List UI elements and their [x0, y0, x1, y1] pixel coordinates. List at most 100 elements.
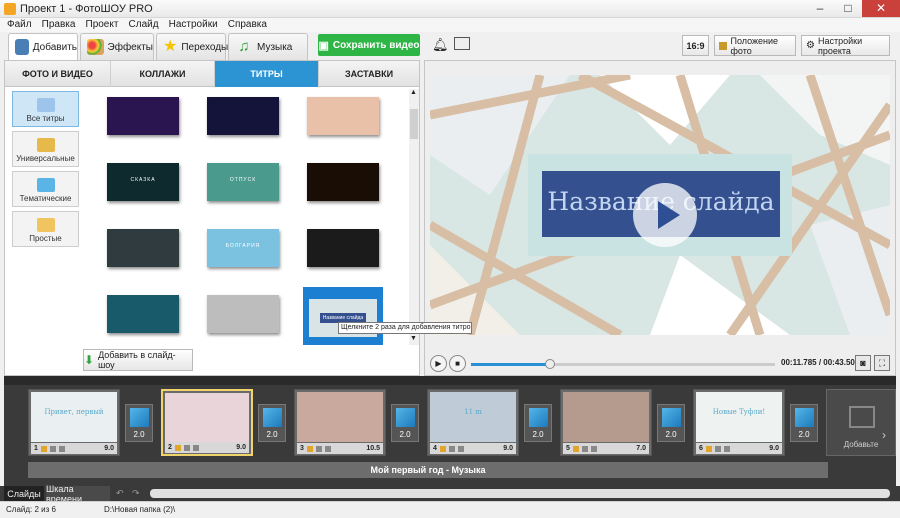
zoom-icon[interactable] — [183, 444, 190, 451]
seek-handle[interactable] — [545, 359, 556, 369]
zoom-icon[interactable] — [49, 445, 56, 452]
undo-icon[interactable]: ↶ — [116, 488, 124, 499]
slide-thumb[interactable]: 2 9.0 — [161, 389, 253, 456]
timeline-scrollbar[interactable] — [150, 489, 890, 498]
tab-slides[interactable]: Слайды — [4, 486, 44, 501]
maximize-button[interactable]: □ — [834, 0, 862, 17]
category-thematic[interactable]: Тематические — [12, 171, 79, 207]
sound-icon[interactable] — [58, 445, 65, 452]
title-template-thumb[interactable] — [307, 229, 379, 267]
edit-icon[interactable] — [40, 445, 47, 452]
transition-thumb[interactable]: 2.0 — [125, 404, 153, 442]
main-toolbar: Добавить Эффекты ★ Переходы ♫ Музыка ▣ С… — [0, 32, 900, 60]
transition-thumb[interactable]: 2.0 — [524, 404, 552, 442]
scrollbar-thumb[interactable] — [410, 109, 418, 139]
scroll-down-icon[interactable]: ▼ — [410, 335, 417, 342]
title-template-thumb[interactable]: Название слайда — [303, 287, 383, 345]
subtab-photo-video[interactable]: ФОТО И ВИДЕО — [5, 61, 111, 87]
project-settings-button[interactable]: ⚙ Настройки проекта — [801, 35, 890, 56]
photo-position-button[interactable]: Положение фото — [714, 35, 796, 56]
zoom-icon[interactable] — [714, 445, 721, 452]
scroll-up-icon[interactable]: ▲ — [410, 89, 417, 96]
add-slide-placeholder[interactable]: Добавьте — [826, 389, 896, 456]
slide-thumb[interactable]: 5 7.0 — [560, 389, 652, 456]
slide-number: 6 — [699, 445, 703, 452]
grid-scrollbar[interactable]: ▲ ▼ — [409, 89, 419, 345]
status-path: D:\Новая папка (2)\ — [104, 505, 176, 514]
fullscreen-button[interactable]: ⛶ — [874, 355, 890, 371]
menu-help[interactable]: Справка — [228, 18, 267, 32]
slide-thumb[interactable]: Привет, первый 1 9.0 — [28, 389, 120, 456]
redo-icon[interactable]: ↷ — [132, 488, 140, 499]
sound-icon[interactable] — [192, 444, 199, 451]
zoom-icon[interactable] — [315, 445, 322, 452]
close-button[interactable]: ✕ — [862, 0, 900, 17]
music-track[interactable]: Мой первый год - Музыка — [28, 462, 828, 478]
edit-icon[interactable] — [705, 445, 712, 452]
category-label: Тематические — [19, 194, 72, 203]
transition-thumb[interactable]: 2.0 — [790, 404, 818, 442]
title-template-thumb[interactable]: ОТПУСК — [207, 163, 279, 201]
title-template-thumb[interactable]: БОЛГАРИЯ — [207, 229, 279, 267]
gallery-icon[interactable] — [454, 37, 470, 50]
title-template-thumb[interactable] — [307, 97, 379, 135]
menu-project[interactable]: Проект — [86, 18, 119, 32]
slide-thumb[interactable]: 3 10.5 — [294, 389, 386, 456]
play-button[interactable]: ▶ — [430, 355, 447, 372]
aspect-ratio-button[interactable]: 16:9 — [682, 35, 709, 56]
tab-effects[interactable]: Эффекты — [80, 33, 154, 60]
zoom-icon[interactable] — [448, 445, 455, 452]
sound-icon[interactable] — [457, 445, 464, 452]
seek-bar[interactable] — [471, 359, 775, 369]
edit-icon[interactable] — [439, 445, 446, 452]
subtab-collages[interactable]: КОЛЛАЖИ — [111, 61, 215, 87]
menu-bar: Файл Правка Проект Слайд Настройки Справ… — [0, 18, 900, 32]
edit-icon[interactable] — [306, 445, 313, 452]
tab-music[interactable]: ♫ Музыка — [228, 33, 308, 60]
menu-settings[interactable]: Настройки — [169, 18, 218, 32]
tab-add[interactable]: Добавить — [8, 33, 78, 60]
chevron-right-icon[interactable]: › — [882, 428, 886, 442]
slides-timeline: Привет, первый 1 9.0 2.0 2 9.0 2.0 3 10.5 2.0 11 m… — [4, 376, 896, 486]
tab-timeline[interactable]: Шкала времени — [46, 484, 110, 504]
slide-thumb[interactable]: Новые Туфли! 6 9.0 — [693, 389, 785, 456]
tab-transitions[interactable]: ★ Переходы — [156, 33, 228, 60]
title-template-thumb[interactable]: СКАЗКА — [107, 163, 179, 201]
menu-slide[interactable]: Слайд — [129, 18, 159, 32]
edit-icon[interactable] — [174, 444, 181, 451]
category-all-titles[interactable]: Все титры — [12, 91, 79, 127]
category-universal[interactable]: Универсальные — [12, 131, 79, 167]
sound-icon[interactable] — [723, 445, 730, 452]
bell-icon[interactable]: 🔔︎ — [432, 37, 449, 53]
player-controls: ▶ ■ 00:11.785 / 00:43.500 ◙ ⛶ — [425, 351, 895, 375]
sound-icon[interactable] — [324, 445, 331, 452]
snapshot-button[interactable]: ◙ — [855, 355, 871, 371]
menu-file[interactable]: Файл — [7, 18, 32, 32]
subtab-intros[interactable]: ЗАСТАВКИ — [319, 61, 419, 87]
transition-thumb[interactable]: 2.0 — [258, 404, 286, 442]
stop-button[interactable]: ■ — [449, 355, 466, 372]
title-template-thumb[interactable] — [107, 295, 179, 333]
slide-thumb[interactable]: 11 m 4 9.0 — [427, 389, 519, 456]
save-video-label: Сохранить видео — [332, 39, 420, 51]
slide-preview[interactable]: Название слайда — [430, 75, 890, 335]
add-to-slideshow-button[interactable]: ⬇ Добавить в слайд-шоу — [83, 349, 193, 371]
music-note-icon: ♫ — [238, 38, 250, 55]
title-template-thumb[interactable] — [307, 163, 379, 201]
sound-icon[interactable] — [590, 445, 597, 452]
save-video-button[interactable]: ▣ Сохранить видео — [318, 34, 420, 56]
transition-thumb[interactable]: 2.0 — [391, 404, 419, 442]
title-template-thumb[interactable] — [207, 295, 279, 333]
title-bar: Проект 1 - ФотоШОУ PRO – □ ✕ — [0, 0, 900, 18]
zoom-icon[interactable] — [581, 445, 588, 452]
menu-edit[interactable]: Правка — [42, 18, 76, 32]
subtab-titles[interactable]: ТИТРЫ — [215, 61, 319, 87]
minimize-button[interactable]: – — [806, 0, 834, 17]
edit-icon[interactable] — [572, 445, 579, 452]
title-template-thumb[interactable] — [207, 97, 279, 135]
transition-thumb[interactable]: 2.0 — [657, 404, 685, 442]
category-simple[interactable]: Простые — [12, 211, 79, 247]
title-template-thumb[interactable] — [107, 229, 179, 267]
title-template-thumb[interactable] — [107, 97, 179, 135]
preview-play-button[interactable] — [633, 183, 697, 247]
